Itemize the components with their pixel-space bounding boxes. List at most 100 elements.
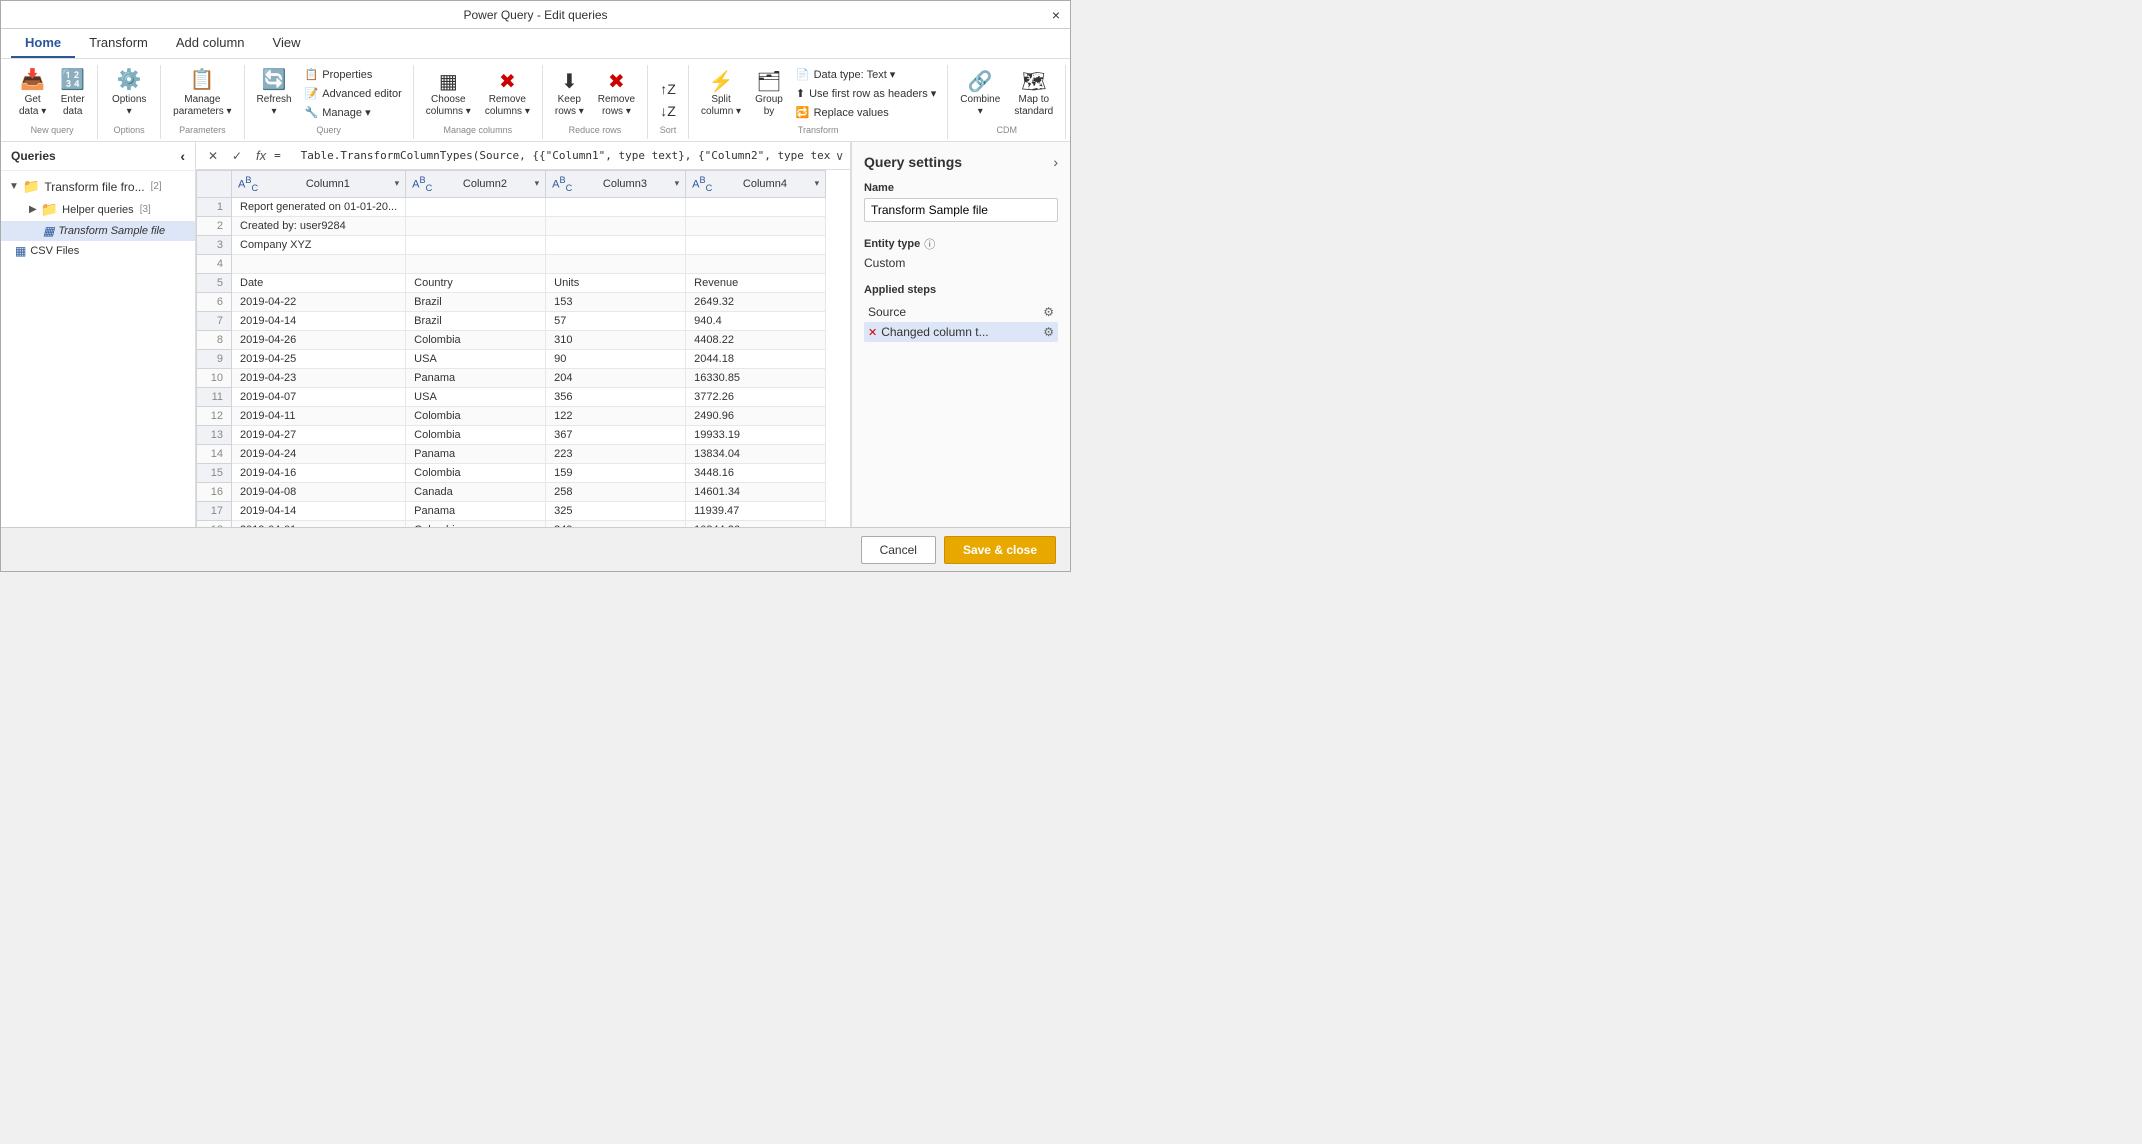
query-settings-expand[interactable]: › [1053,154,1058,170]
row-5-col3[interactable]: Units [546,273,686,292]
formula-expand-button[interactable]: ∨ [835,149,844,163]
row-8-col4[interactable]: 4408.22 [686,330,826,349]
row-13-col2[interactable]: Colombia [406,425,546,444]
enter-data-button[interactable]: 🔢 Enter data [54,65,91,121]
row-15-col1[interactable]: 2019-04-16 [232,463,406,482]
row-3-col2[interactable] [406,235,546,254]
row-3-col4[interactable] [686,235,826,254]
row-6-col1[interactable]: 2019-04-22 [232,292,406,311]
row-10-col1[interactable]: 2019-04-23 [232,368,406,387]
step-source[interactable]: Source ⚙ [864,302,1058,322]
queries-collapse-button[interactable]: ‹ [180,148,185,164]
tab-view[interactable]: View [259,29,315,58]
keep-rows-button[interactable]: ⬇ Keep rows ▾ [549,66,590,121]
row-14-col2[interactable]: Panama [406,444,546,463]
formula-cancel-button[interactable]: ✕ [202,145,224,167]
split-column-button[interactable]: ⚡ Split column ▾ [695,66,747,121]
get-data-button[interactable]: 📥 Get data ▾ [13,65,52,121]
row-17-col3[interactable]: 325 [546,501,686,520]
row-1-col4[interactable] [686,197,826,216]
row-2-col1[interactable]: Created by: user9284 [232,216,406,235]
row-1-col1[interactable]: Report generated on 01-01-20... [232,197,406,216]
replace-values-button[interactable]: 🔁 Replace values [791,104,941,121]
row-14-col4[interactable]: 13834.04 [686,444,826,463]
tree-item-transform-sample[interactable]: ▦ Transform Sample file [1,221,195,241]
row-6-col4[interactable]: 2649.32 [686,292,826,311]
tab-home[interactable]: Home [11,29,75,58]
row-9-col2[interactable]: USA [406,349,546,368]
choose-columns-button[interactable]: ▦ Choose columns ▾ [420,66,477,121]
row-2-col4[interactable] [686,216,826,235]
col3-dropdown[interactable]: ▾ [675,178,680,189]
step-changed-column-remove[interactable]: ✕ [868,326,877,339]
manage-params-button[interactable]: 📋 Manage parameters ▾ [167,65,237,121]
step-changed-column[interactable]: ✕ Changed column t... ⚙ [864,322,1058,342]
use-first-row-button[interactable]: ⬆ Use first row as headers ▾ [791,85,941,102]
close-button[interactable]: × [1042,1,1070,29]
cancel-button[interactable]: Cancel [861,536,936,564]
row-6-col3[interactable]: 153 [546,292,686,311]
row-3-col1[interactable]: Company XYZ [232,235,406,254]
row-4-col3[interactable] [546,254,686,273]
tab-transform[interactable]: Transform [75,29,162,58]
row-10-col3[interactable]: 204 [546,368,686,387]
row-11-col3[interactable]: 356 [546,387,686,406]
row-4-col1[interactable] [232,254,406,273]
step-changed-column-gear[interactable]: ⚙ [1043,325,1054,339]
row-1-col3[interactable] [546,197,686,216]
row-18-col2[interactable]: Colombia [406,520,546,527]
remove-rows-button[interactable]: ✖ Remove rows ▾ [592,66,641,121]
remove-columns-button[interactable]: ✖ Remove columns ▾ [479,66,536,121]
col1-dropdown[interactable]: ▾ [395,178,400,189]
name-input[interactable] [864,198,1058,222]
row-1-col2[interactable] [406,197,546,216]
tree-item-csv-files[interactable]: ▦ CSV Files [1,241,195,261]
row-7-col4[interactable]: 940.4 [686,311,826,330]
row-4-col4[interactable] [686,254,826,273]
save-close-button[interactable]: Save & close [944,536,1056,564]
options-button[interactable]: ⚙️ Options ▾ [104,65,154,121]
row-13-col1[interactable]: 2019-04-27 [232,425,406,444]
row-14-col1[interactable]: 2019-04-24 [232,444,406,463]
row-16-col3[interactable]: 258 [546,482,686,501]
row-18-col4[interactable]: 10844.36 [686,520,826,527]
row-5-col4[interactable]: Revenue [686,273,826,292]
row-9-col4[interactable]: 2044.18 [686,349,826,368]
row-10-col4[interactable]: 16330.85 [686,368,826,387]
row-16-col2[interactable]: Canada [406,482,546,501]
manage-button[interactable]: 🔧 Manage ▾ [300,104,407,121]
step-source-gear[interactable]: ⚙ [1043,305,1054,319]
row-2-col2[interactable] [406,216,546,235]
row-12-col2[interactable]: Colombia [406,406,546,425]
row-18-col3[interactable]: 349 [546,520,686,527]
row-5-col2[interactable]: Country [406,273,546,292]
row-16-col4[interactable]: 14601.34 [686,482,826,501]
row-9-col3[interactable]: 90 [546,349,686,368]
row-7-col2[interactable]: Brazil [406,311,546,330]
row-17-col1[interactable]: 2019-04-14 [232,501,406,520]
row-8-col3[interactable]: 310 [546,330,686,349]
row-13-col3[interactable]: 367 [546,425,686,444]
entity-type-info-icon[interactable]: ⓘ [924,236,935,252]
row-8-col1[interactable]: 2019-04-26 [232,330,406,349]
row-11-col4[interactable]: 3772.26 [686,387,826,406]
row-12-col4[interactable]: 2490.96 [686,406,826,425]
row-15-col2[interactable]: Colombia [406,463,546,482]
row-6-col2[interactable]: Brazil [406,292,546,311]
row-15-col3[interactable]: 159 [546,463,686,482]
group-by-button[interactable]: 🗂 Group by [749,66,789,121]
row-11-col2[interactable]: USA [406,387,546,406]
row-17-col4[interactable]: 11939.47 [686,501,826,520]
row-10-col2[interactable]: Panama [406,368,546,387]
row-11-col1[interactable]: 2019-04-07 [232,387,406,406]
row-16-col1[interactable]: 2019-04-08 [232,482,406,501]
sort-asc-button[interactable]: ↑Z [654,79,682,99]
tree-item-helper-queries[interactable]: ▶ 📁 Helper queries [3] [1,198,195,221]
row-3-col3[interactable] [546,235,686,254]
row-7-col1[interactable]: 2019-04-14 [232,311,406,330]
properties-button[interactable]: 📋 Properties [300,66,407,83]
combine-button[interactable]: 🔗 Combine ▾ [954,66,1006,121]
row-2-col3[interactable] [546,216,686,235]
row-17-col2[interactable]: Panama [406,501,546,520]
data-type-button[interactable]: 📄 Data type: Text ▾ [791,66,941,83]
